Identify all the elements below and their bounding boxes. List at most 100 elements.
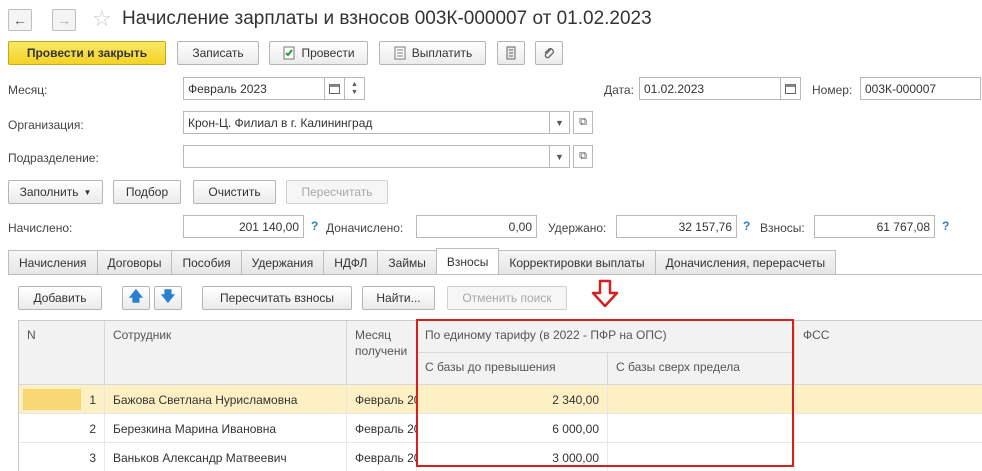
department-open-button[interactable]: ⧉ bbox=[573, 145, 593, 168]
save-button[interactable]: Записать bbox=[177, 41, 259, 65]
organization-field[interactable]: Крон-Ц. Филиал в г. Калининград bbox=[183, 111, 550, 134]
find-button[interactable]: Найти... bbox=[362, 286, 435, 310]
chevron-down-icon: ▼ bbox=[555, 151, 564, 162]
arrow-up-icon: 🡅 bbox=[128, 288, 144, 304]
withheld-label: Удержано: bbox=[548, 221, 607, 235]
table-row[interactable]: 2 Березкина Марина Ивановна Февраль 2023… bbox=[19, 414, 982, 443]
pay-button[interactable]: Выплатить bbox=[379, 41, 486, 65]
tab-bar: Начисления Договоры Пособия Удержания НД… bbox=[8, 248, 837, 274]
tab-payment-corrections[interactable]: Корректировки выплаты bbox=[498, 250, 656, 274]
calendar-icon bbox=[785, 84, 796, 94]
col-header-n[interactable]: N bbox=[19, 321, 105, 385]
organization-dropdown[interactable]: ▼ bbox=[550, 111, 570, 134]
recalculate-contributions-button[interactable]: Пересчитать взносы bbox=[202, 286, 352, 310]
number-field[interactable]: 003К-000007 bbox=[860, 77, 981, 100]
fill-button[interactable]: Заполнить ▼ bbox=[8, 180, 103, 204]
department-dropdown[interactable]: ▼ bbox=[550, 145, 570, 168]
report-button[interactable] bbox=[497, 41, 525, 65]
contributions-value: 61 767,08 bbox=[814, 215, 935, 238]
calendar-button[interactable] bbox=[325, 77, 345, 100]
col-header-fss[interactable]: ФСС bbox=[795, 321, 982, 385]
document-icon bbox=[394, 46, 406, 60]
pay-label: Выплатить bbox=[411, 46, 473, 60]
row-month: Февраль 2023 bbox=[347, 385, 417, 414]
calendar-icon bbox=[329, 84, 340, 94]
withheld-help[interactable]: ? bbox=[743, 219, 750, 233]
tab-benefits[interactable]: Пособия bbox=[171, 250, 242, 274]
col-header-group[interactable]: По единому тарифу (в 2022 - ПФР на ОПС) bbox=[417, 321, 795, 353]
date-calendar-button[interactable] bbox=[781, 77, 801, 100]
organization-open-button[interactable]: ⧉ bbox=[573, 111, 593, 134]
add-button[interactable]: Добавить bbox=[18, 286, 102, 310]
tab-deductions[interactable]: Удержания bbox=[240, 250, 325, 274]
row-over bbox=[608, 414, 795, 443]
accrued-label: Начислено: bbox=[8, 221, 73, 235]
post-button[interactable]: Провести bbox=[269, 41, 368, 65]
row-base: 3 000,00 bbox=[417, 443, 608, 471]
spin-down-icon: ▼ bbox=[351, 88, 358, 96]
accrued-value: 201 140,00 bbox=[183, 215, 304, 238]
tab-contracts[interactable]: Договоры bbox=[96, 250, 173, 274]
attach-button[interactable] bbox=[535, 41, 563, 65]
tab-accruals[interactable]: Начисления bbox=[8, 250, 98, 274]
month-label: Месяц: bbox=[8, 83, 48, 97]
col-header-over[interactable]: С базы сверх предела bbox=[608, 353, 795, 385]
row-employee: Бажова Светлана Нурисламовна bbox=[105, 385, 347, 414]
row-base: 6 000,00 bbox=[417, 414, 608, 443]
withheld-value: 32 157,76 bbox=[616, 215, 737, 238]
table-row[interactable]: 3 Ваньков Александр Матвеевич Февраль 20… bbox=[19, 443, 982, 471]
row-month: Февраль 2023 bbox=[347, 414, 417, 443]
list-icon bbox=[506, 46, 516, 60]
col-header-employee[interactable]: Сотрудник bbox=[105, 321, 347, 385]
arrow-right-icon: → bbox=[57, 12, 71, 28]
post-and-close-button[interactable]: Провести и закрыть bbox=[8, 41, 166, 65]
date-field[interactable]: 01.02.2023 bbox=[639, 77, 781, 100]
spin-up-icon: ▲ bbox=[351, 80, 358, 88]
recalculate-button[interactable]: Пересчитать bbox=[286, 180, 388, 204]
accrued-help[interactable]: ? bbox=[311, 219, 318, 233]
tab-loans[interactable]: Займы bbox=[377, 250, 437, 274]
row-over bbox=[608, 385, 795, 414]
contributions-table: N Сотрудник Месяц получени По единому та… bbox=[18, 320, 982, 471]
row-number: 1 bbox=[19, 385, 105, 414]
tab-ndfl[interactable]: НДФЛ bbox=[323, 250, 379, 274]
row-number-text: 1 bbox=[89, 392, 96, 407]
fill-label: Заполнить bbox=[19, 185, 79, 199]
row-employee: Березкина Марина Ивановна bbox=[105, 414, 347, 443]
table-row[interactable]: 1 Бажова Светлана Нурисламовна Февраль 2… bbox=[19, 385, 982, 414]
department-field[interactable] bbox=[183, 145, 550, 168]
arrow-left-icon: ← bbox=[13, 12, 27, 28]
additional-value: 0,00 bbox=[416, 215, 537, 238]
row-month: Февраль 2023 bbox=[347, 443, 417, 471]
arrow-down-annotation-icon bbox=[591, 279, 619, 308]
tab-contributions[interactable]: Взносы bbox=[435, 248, 500, 274]
move-down-button[interactable]: 🡇 bbox=[154, 286, 182, 310]
chevron-down-icon: ▼ bbox=[555, 117, 564, 128]
col-header-base[interactable]: С базы до превышения bbox=[417, 353, 608, 385]
col-header-month[interactable]: Месяц получени bbox=[347, 321, 417, 385]
cancel-search-button[interactable]: Отменить поиск bbox=[447, 286, 567, 310]
arrow-down-icon: 🡇 bbox=[160, 288, 176, 304]
move-up-button[interactable]: 🡅 bbox=[122, 286, 150, 310]
open-icon: ⧉ bbox=[579, 116, 587, 128]
post-icon bbox=[283, 46, 295, 60]
tab-recalculations[interactable]: Доначисления, перерасчеты bbox=[654, 250, 837, 274]
row-base: 2 340,00 bbox=[417, 385, 608, 414]
row-selection-marker bbox=[23, 389, 81, 410]
row-number: 3 bbox=[19, 443, 105, 471]
month-spinner[interactable]: ▲ ▼ bbox=[345, 77, 365, 100]
row-employee: Ваньков Александр Матвеевич bbox=[105, 443, 347, 471]
paperclip-icon bbox=[544, 48, 554, 59]
row-number: 2 bbox=[19, 414, 105, 443]
select-button[interactable]: Подбор bbox=[113, 180, 181, 204]
additional-label: Доначислено: bbox=[326, 221, 404, 235]
forward-button[interactable]: → bbox=[52, 9, 76, 31]
page-title: Начисление зарплаты и взносов 003К-00000… bbox=[122, 8, 652, 29]
row-over bbox=[608, 443, 795, 471]
organization-label: Организация: bbox=[8, 118, 84, 132]
back-button[interactable]: ← bbox=[8, 9, 32, 31]
clear-button[interactable]: Очистить bbox=[193, 180, 276, 204]
month-field[interactable]: Февраль 2023 bbox=[183, 77, 325, 100]
contributions-help[interactable]: ? bbox=[942, 219, 949, 233]
star-icon[interactable]: ☆ bbox=[92, 7, 112, 31]
